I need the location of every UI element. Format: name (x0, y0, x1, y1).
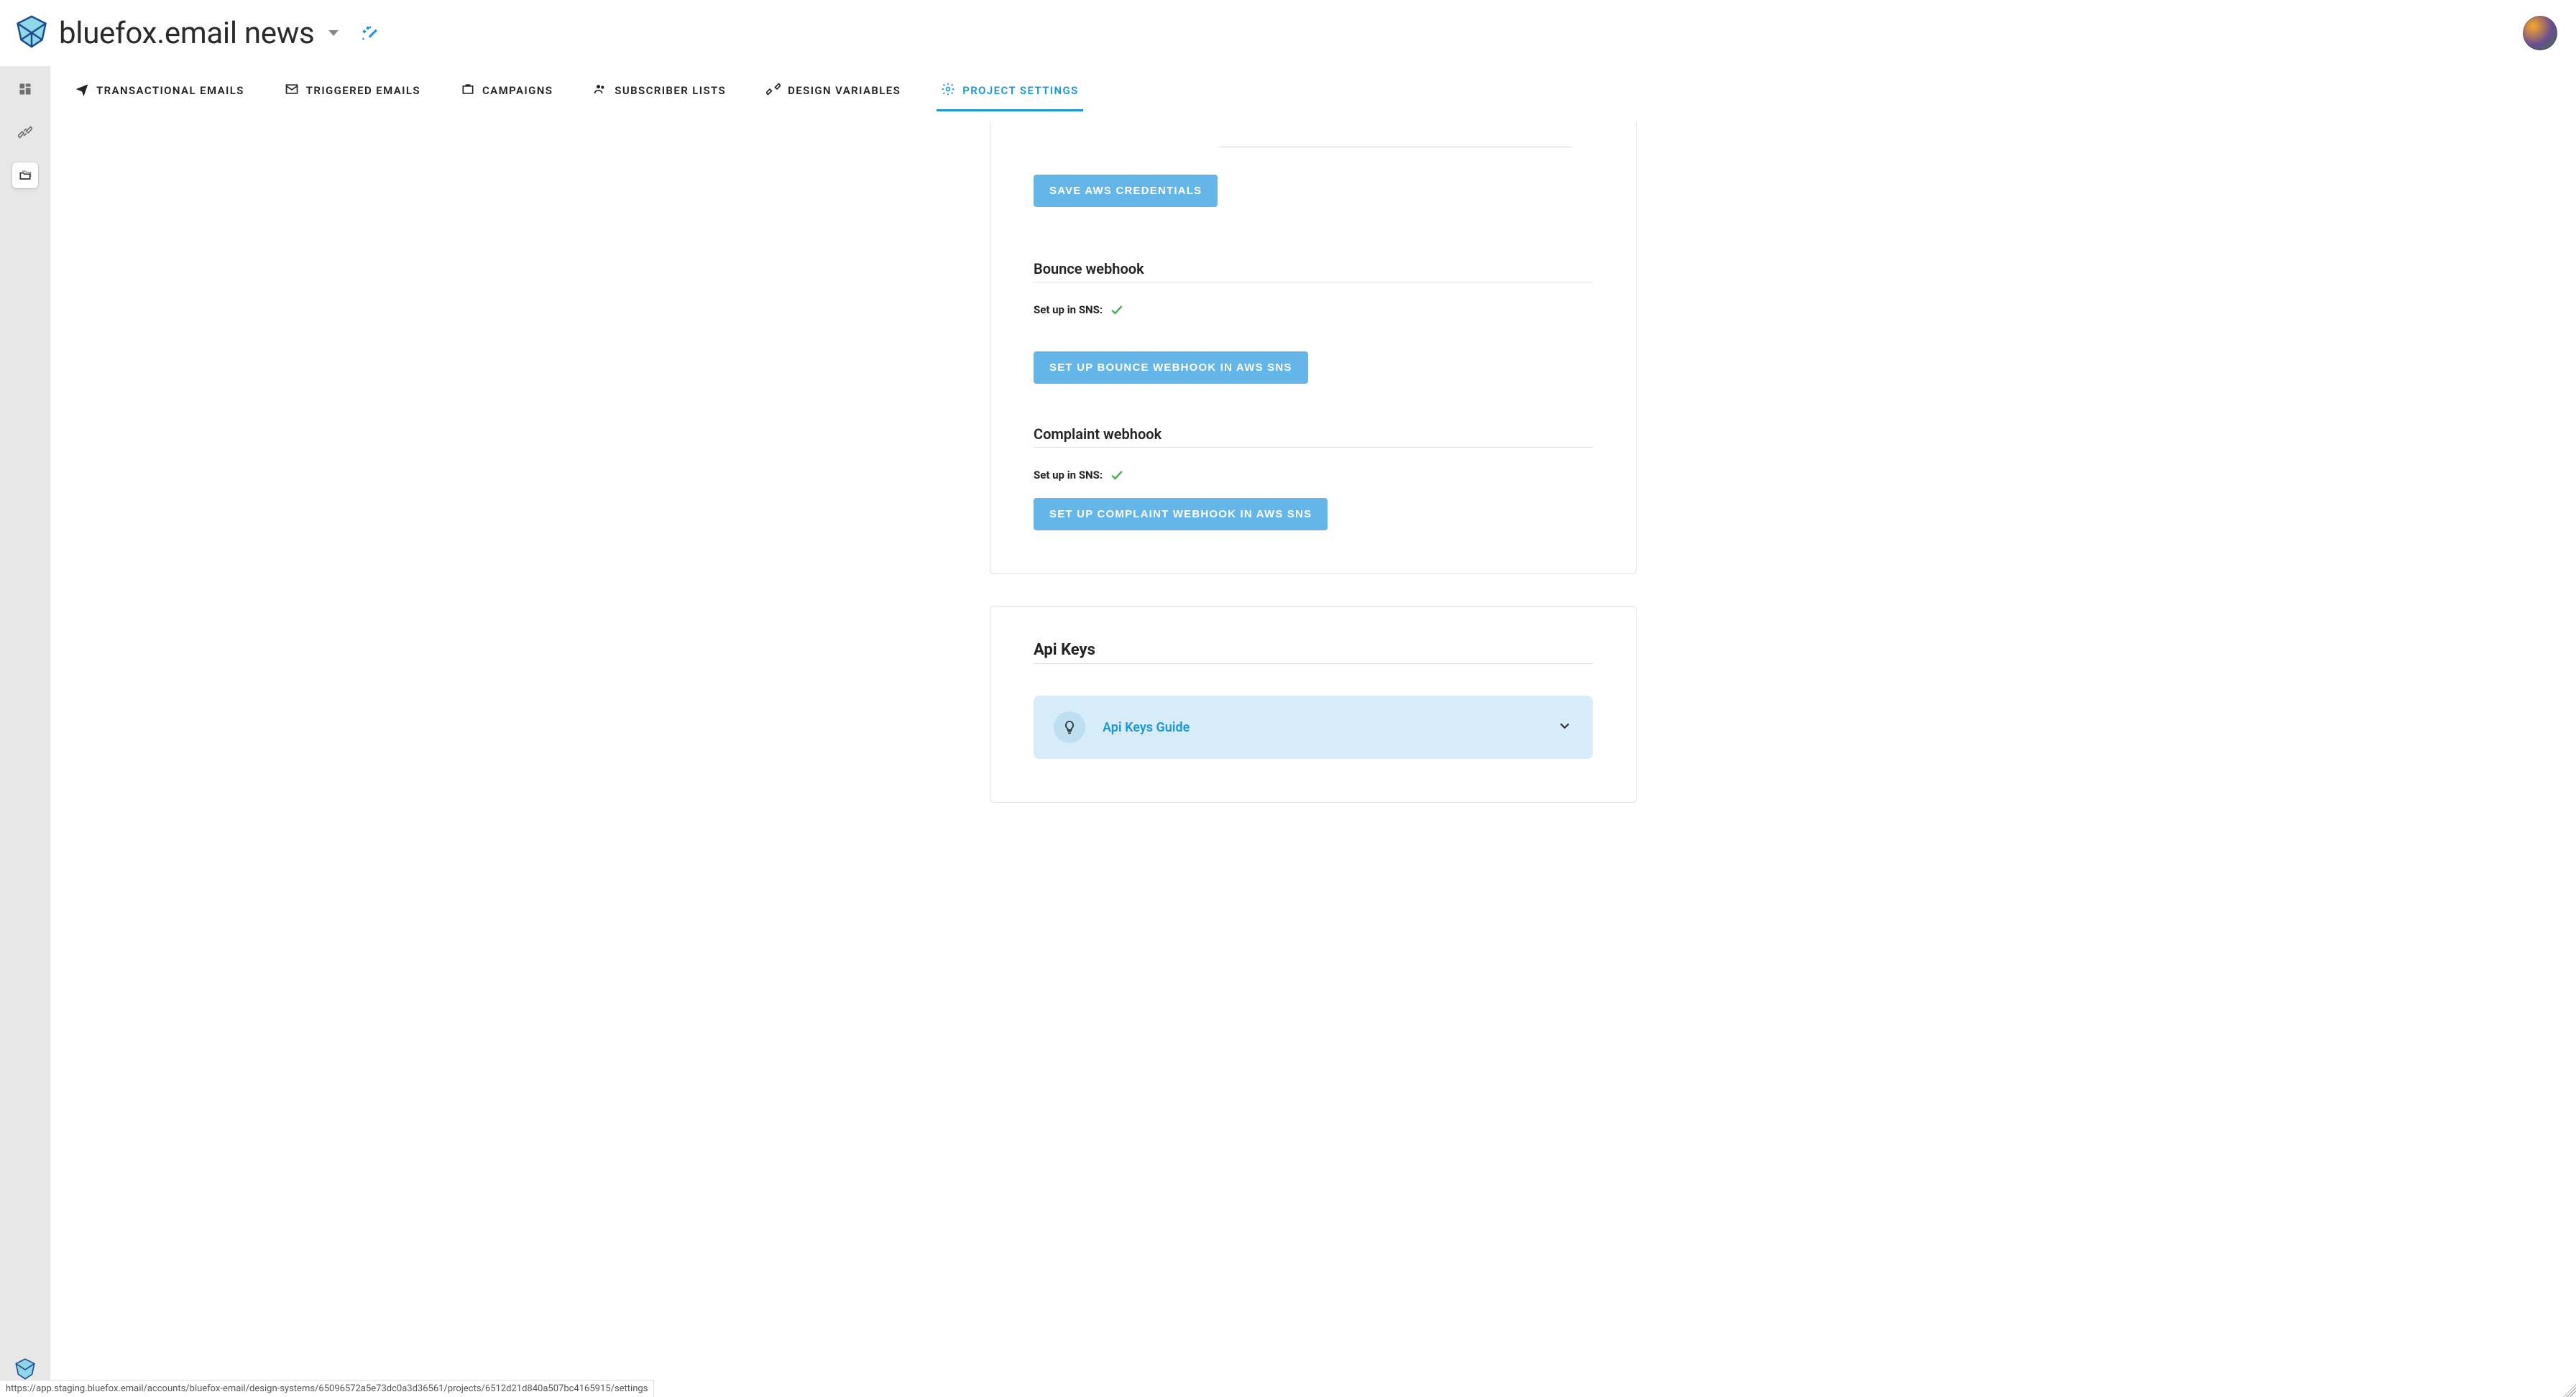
aws-field-placeholder (1219, 121, 1571, 147)
complaint-webhook-heading: Complaint webhook (1034, 425, 1593, 448)
top-bar: bluefox.email news (0, 0, 2576, 66)
bounce-status-label: Set up in SNS: (1034, 303, 1103, 316)
tab-label: Design Variables (788, 84, 901, 97)
complaint-status-label: Set up in SNS: (1034, 469, 1103, 481)
project-title: bluefox.email news (59, 16, 314, 51)
magic-wand-button[interactable] (360, 24, 379, 42)
tab-transactional-emails[interactable]: Transactional Emails (70, 72, 249, 111)
briefcase-icon (461, 82, 475, 99)
save-aws-credentials-button[interactable]: Save AWS credentials (1034, 175, 1218, 207)
window-resize-grip-icon[interactable] (2563, 1384, 2576, 1397)
settings-scroll-area[interactable]: Save AWS credentials Bounce webhook Set … (50, 111, 2576, 1397)
tab-subscriber-lists[interactable]: Subscriber Lists (589, 72, 730, 111)
left-sidebar (0, 66, 50, 1397)
bounce-status-row: Set up in SNS: (1034, 303, 1593, 317)
project-selector[interactable]: bluefox.email news (13, 13, 339, 53)
api-keys-guide-expander[interactable]: Api Keys Guide (1034, 696, 1593, 759)
tools-icon (18, 125, 32, 139)
wrench-icon (766, 82, 781, 99)
check-icon (1110, 303, 1124, 317)
aws-settings-card: Save AWS credentials Bounce webhook Set … (990, 121, 1637, 574)
bounce-webhook-heading: Bounce webhook (1034, 260, 1593, 282)
api-keys-card: Api Keys Api Keys Guide (990, 606, 1637, 803)
users-icon (593, 82, 607, 99)
send-icon (75, 82, 89, 99)
folders-icon (18, 168, 32, 183)
sidebar-item-tools[interactable] (12, 119, 38, 145)
lightbulb-icon (1054, 711, 1085, 743)
api-keys-heading: Api Keys (1034, 641, 1593, 664)
dashboard-icon (18, 82, 32, 96)
app-logo-icon (13, 13, 50, 53)
setup-bounce-webhook-button[interactable]: Set up bounce webhook in AWS SNS (1034, 351, 1308, 384)
sidebar-item-projects[interactable] (12, 162, 38, 188)
tab-triggered-emails[interactable]: Triggered Emails (280, 72, 425, 111)
check-icon (1110, 468, 1124, 482)
complaint-status-row: Set up in SNS: (1034, 468, 1593, 482)
tab-project-settings[interactable]: Project Settings (937, 72, 1083, 111)
tab-design-variables[interactable]: Design Variables (762, 72, 905, 111)
browser-status-url: https://app.staging.bluefox.email/accoun… (0, 1380, 654, 1397)
tab-campaigns[interactable]: Campaigns (456, 72, 557, 111)
gear-icon (941, 82, 955, 99)
project-tabs: Transactional Emails Triggered Emails Ca… (50, 66, 2576, 111)
tab-label: Subscriber Lists (615, 84, 726, 97)
api-keys-guide-title: Api Keys Guide (1103, 720, 1190, 735)
setup-complaint-webhook-button[interactable]: Set up complaint webhook in AWS SNS (1034, 498, 1328, 530)
user-avatar[interactable] (2523, 16, 2557, 50)
chevron-down-icon (1557, 718, 1573, 737)
sidebar-item-dashboard[interactable] (12, 76, 38, 102)
tab-label: Transactional Emails (96, 84, 244, 97)
chevron-down-icon (328, 30, 339, 36)
tab-label: Triggered Emails (306, 84, 420, 97)
tab-label: Project Settings (962, 84, 1079, 97)
mail-icon (285, 82, 299, 99)
tab-label: Campaigns (482, 84, 553, 97)
